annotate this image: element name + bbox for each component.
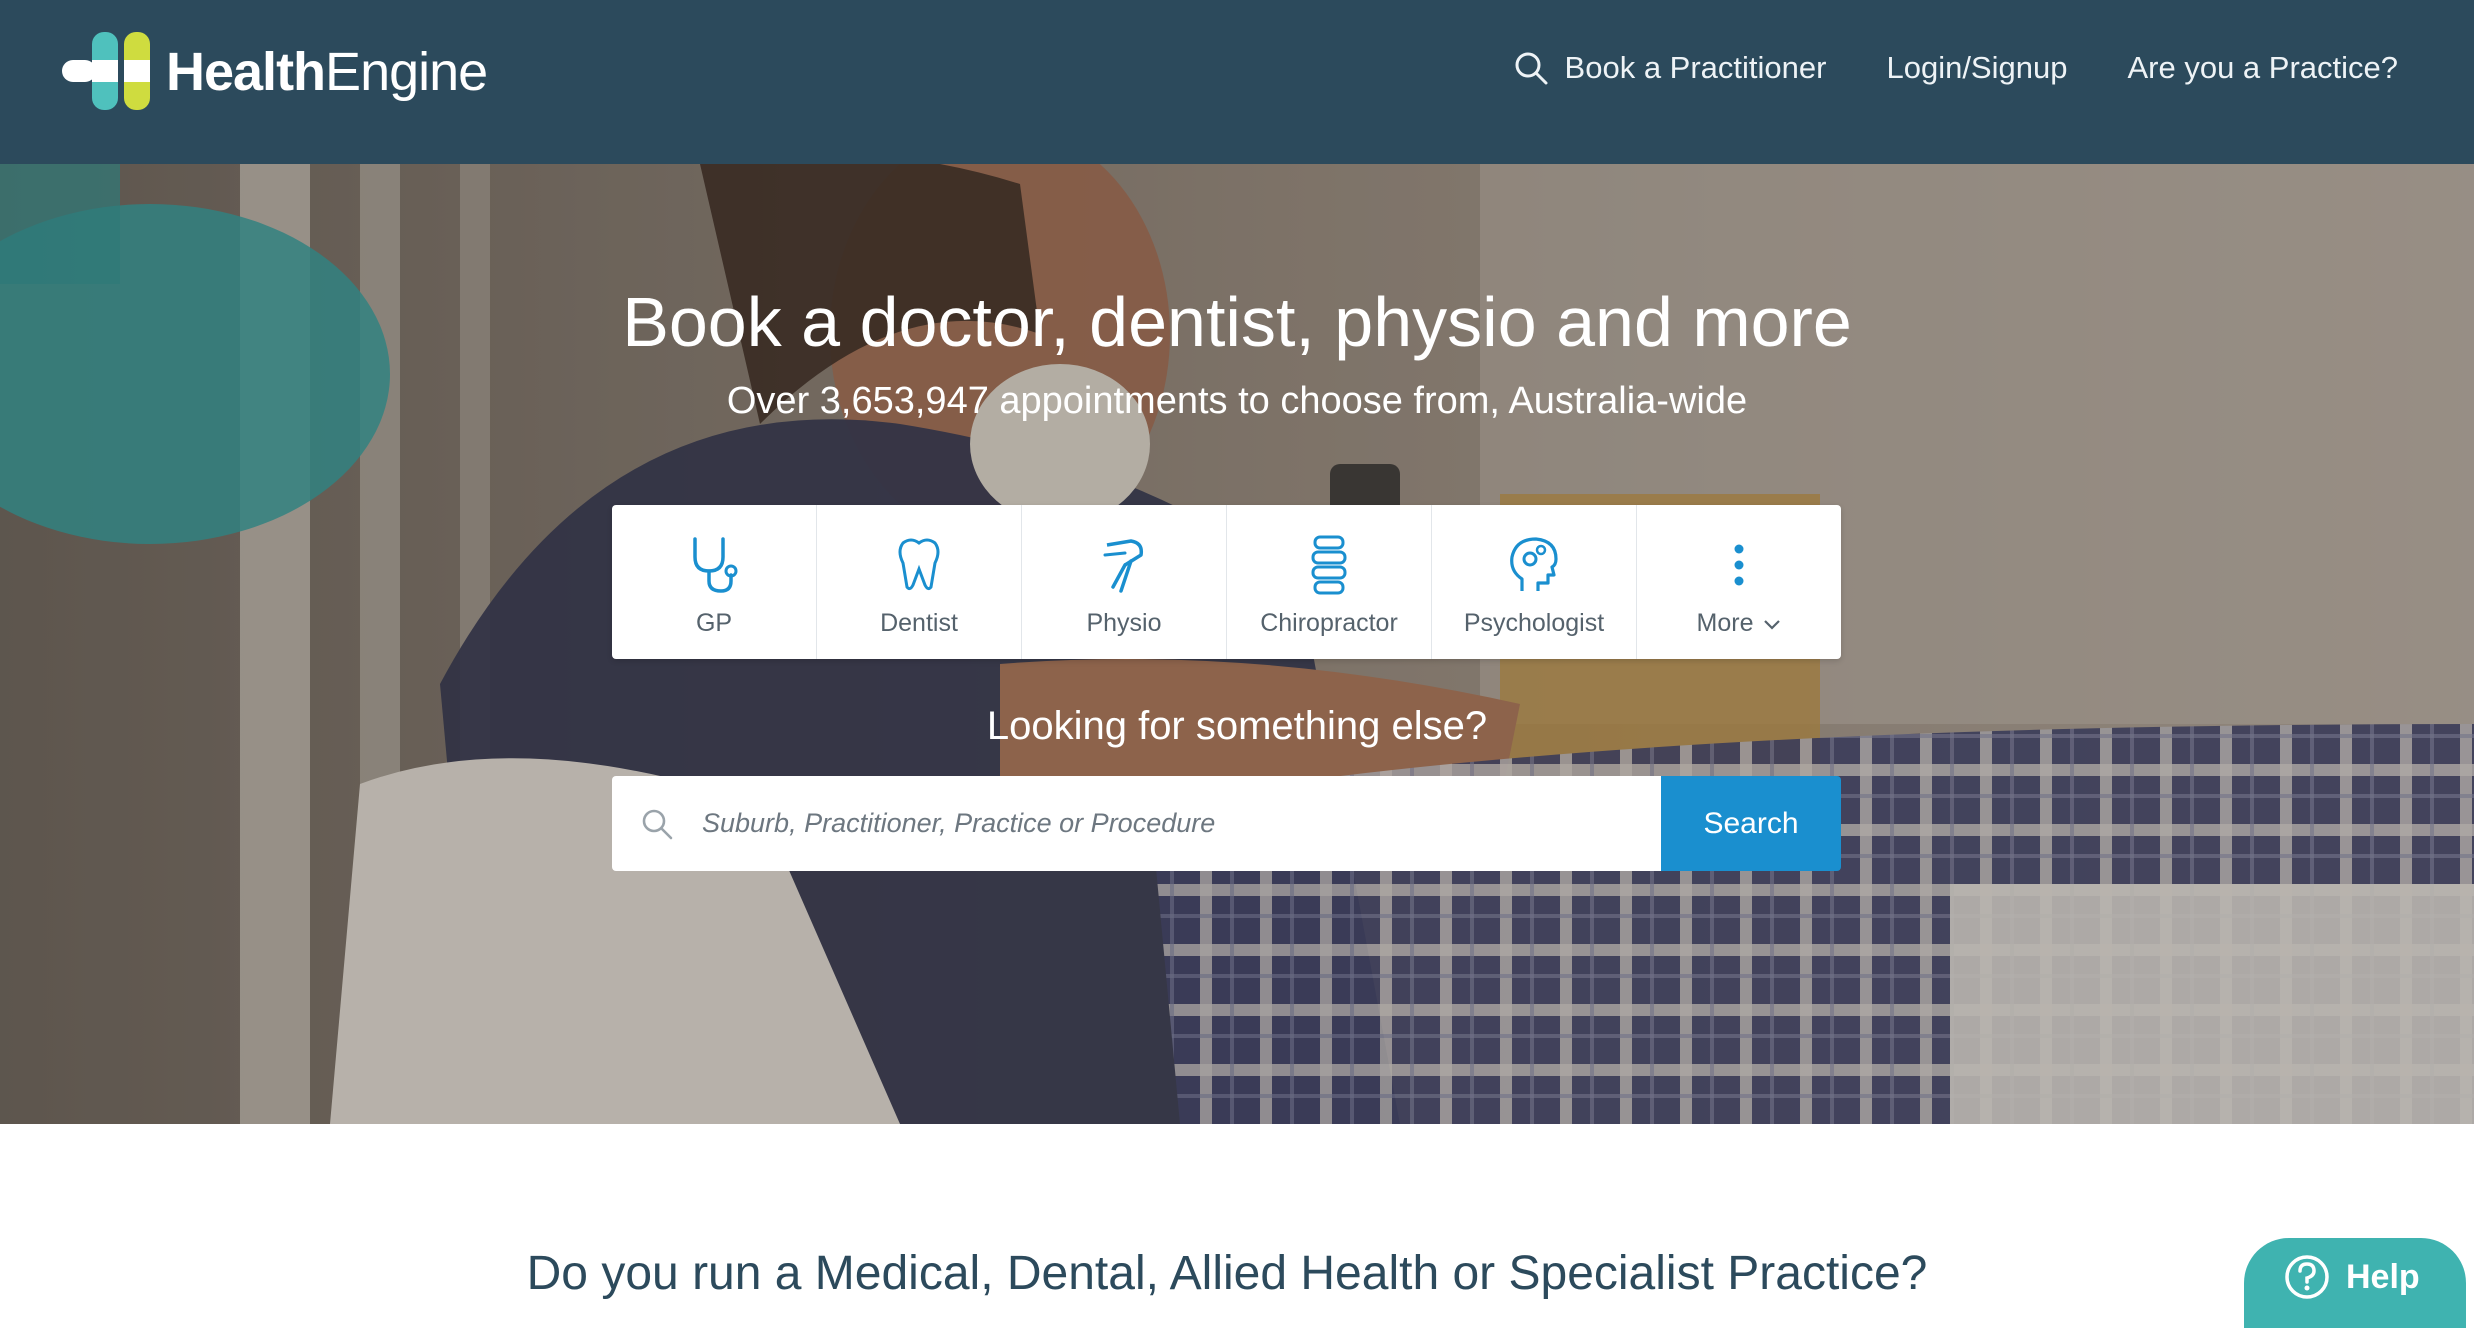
nav-login-signup[interactable]: Login/Signup (1886, 50, 2067, 86)
practice-heading: Do you run a Medical, Dental, Allied Hea… (526, 1247, 1928, 1300)
search-input[interactable] (700, 807, 1604, 840)
search-icon (1515, 52, 1548, 85)
category-dentist-label: Dentist (880, 609, 958, 637)
search-icon (640, 807, 674, 841)
category-bar: GP Dentist Physio Chiropractor Psycholog… (612, 505, 1841, 659)
hero-section: Book a doctor, dentist, physio and more … (0, 164, 2474, 1124)
hero-title: Book a doctor, dentist, physio and more (622, 283, 1852, 361)
nav-book-practitioner-label: Book a Practitioner (1564, 50, 1827, 85)
question-circle-icon (2285, 1255, 2329, 1299)
hero-subtitle: Over 3,653,947 appointments to choose fr… (726, 380, 1748, 422)
category-physio-label: Physio (1086, 609, 1162, 637)
tooth-icon (898, 538, 940, 591)
knee-joint-icon (1103, 539, 1144, 593)
category-chiropractor[interactable]: Chiropractor (1227, 505, 1432, 659)
category-dentist[interactable]: Dentist (817, 505, 1022, 659)
category-gp[interactable]: GP (612, 505, 817, 659)
category-chiropractor-label: Chiropractor (1260, 609, 1398, 637)
category-psychologist-label: Psychologist (1463, 609, 1605, 637)
category-more[interactable]: More (1637, 505, 1841, 659)
vertical-dots-icon (1734, 544, 1744, 586)
nav-are-you-practice[interactable]: Are you a Practice? (2127, 50, 2398, 86)
chevron-down-icon (1764, 619, 1781, 630)
looking-for-text: Looking for something else? (986, 704, 1488, 748)
spine-icon (1311, 535, 1347, 595)
head-gears-icon (1510, 537, 1558, 591)
search-field-container (612, 776, 1661, 871)
category-physio[interactable]: Physio (1022, 505, 1227, 659)
healthengine-logo[interactable]: HealthEngine (62, 30, 488, 114)
nav-book-practitioner[interactable]: Book a Practitioner (1513, 50, 1827, 86)
main-nav: Book a Practitioner Login/Signup Are you… (1453, 50, 2398, 86)
site-header: HealthEngine Book a Practitioner Login/S… (0, 0, 2474, 164)
help-button[interactable]: Help (2244, 1238, 2466, 1328)
logo-wordmark: HealthEngine (166, 42, 488, 102)
category-gp-label: GP (695, 609, 733, 637)
search-button[interactable]: Search (1661, 776, 1841, 871)
category-psychologist[interactable]: Psychologist (1432, 505, 1637, 659)
help-label: Help (2346, 1258, 2420, 1296)
logo-cross-icon (62, 32, 150, 110)
search-bar: Search (612, 776, 1841, 871)
category-more-label: More (1697, 609, 1782, 638)
stethoscope-icon (693, 537, 738, 593)
